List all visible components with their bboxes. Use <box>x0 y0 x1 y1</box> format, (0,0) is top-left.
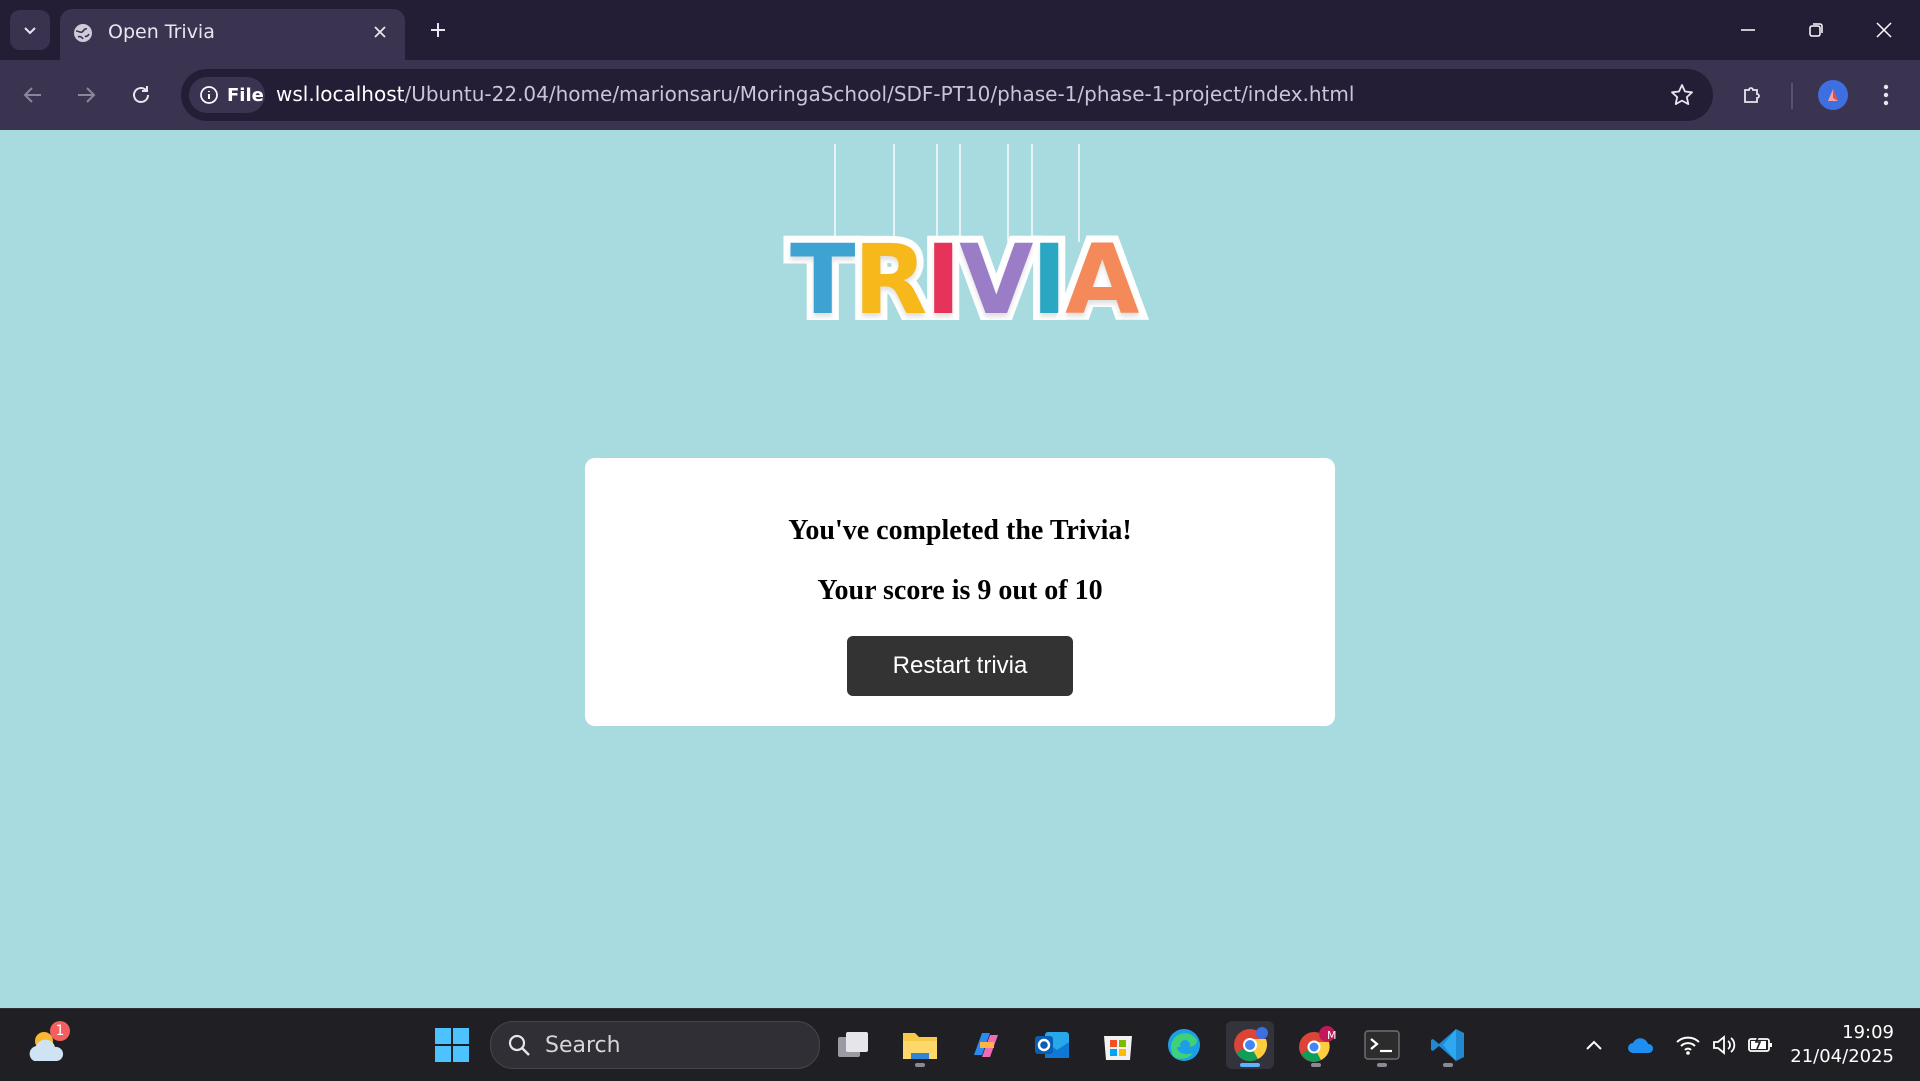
task-view-icon[interactable] <box>830 1021 878 1069</box>
clock-date: 21/04/2025 <box>1790 1046 1894 1067</box>
volume-icon[interactable] <box>1710 1031 1738 1059</box>
url-path: /Ubuntu-22.04/home/marionsaru/MoringaSch… <box>404 82 1355 106</box>
globe-icon <box>74 24 92 42</box>
running-indicator <box>1311 1063 1321 1067</box>
site-info-chip[interactable]: File <box>189 77 265 113</box>
new-tab-button[interactable] <box>424 16 452 44</box>
extensions-button[interactable] <box>1735 77 1771 113</box>
terminal-icon <box>1364 1030 1400 1060</box>
onedrive-icon[interactable] <box>1627 1031 1655 1059</box>
star-icon[interactable] <box>1669 82 1695 108</box>
chrome-icon[interactable] <box>1226 1021 1274 1069</box>
menu-button[interactable] <box>1868 77 1904 113</box>
profile-button[interactable] <box>1815 77 1851 113</box>
vscode-icon[interactable] <box>1424 1021 1472 1069</box>
url-text[interactable]: wsl.localhost/Ubuntu-22.04/home/marionsa… <box>276 82 1354 106</box>
minimize-icon <box>1741 29 1755 31</box>
microsoft-store-icon[interactable] <box>1094 1021 1142 1069</box>
close-icon <box>1876 22 1892 38</box>
minimize-button[interactable] <box>1728 14 1768 46</box>
copilot-icon <box>974 1033 998 1057</box>
start-button[interactable] <box>428 1021 476 1069</box>
edge-icon <box>1168 1029 1200 1061</box>
chrome-icon <box>1234 1027 1268 1062</box>
chrome-profile-badge: M <box>1327 1029 1337 1042</box>
chrome-profile-icon[interactable]: M <box>1292 1021 1340 1069</box>
windows-logo-icon <box>435 1028 469 1062</box>
puzzle-icon <box>1744 87 1760 103</box>
browser-toolbar: File wsl.localhost/Ubuntu-22.04/home/mar… <box>0 60 1920 130</box>
vscode-icon <box>1431 1029 1464 1061</box>
restore-button[interactable] <box>1796 14 1836 46</box>
copilot-icon[interactable] <box>962 1021 1010 1069</box>
completed-heading: You've completed the Trivia! <box>788 515 1132 546</box>
speaker-icon <box>1713 1035 1736 1055</box>
wifi-icon[interactable] <box>1674 1031 1702 1059</box>
logo-text: TRIVIA <box>783 225 1147 335</box>
battery-charging-icon <box>1748 1035 1772 1052</box>
forward-button[interactable] <box>68 77 104 113</box>
system-clock[interactable]: 19:09 21/04/2025 <box>1790 1021 1894 1069</box>
outlook-icon[interactable] <box>1028 1021 1076 1069</box>
trivia-logo: TRIVIA <box>783 140 1147 340</box>
windows-taskbar: 1 Search M 19:09 21/04/2025 <box>0 1008 1920 1081</box>
chevron-down-icon <box>24 27 36 35</box>
score-text: Your score is 9 out of 10 <box>817 575 1103 606</box>
store-icon <box>1104 1036 1132 1060</box>
logo-letter: A <box>1058 224 1146 336</box>
terminal-icon[interactable] <box>1358 1021 1406 1069</box>
running-indicator <box>1377 1063 1387 1067</box>
restore-icon <box>1809 23 1823 37</box>
logo-letter: I <box>918 224 968 336</box>
folder-icon <box>903 1033 937 1059</box>
logo-letter: R <box>846 224 934 336</box>
outlook-icon <box>1035 1032 1069 1058</box>
close-tab-button[interactable] <box>369 21 391 43</box>
search-label: Search <box>545 1033 621 1058</box>
taskbar-search[interactable]: Search <box>490 1021 820 1069</box>
edge-icon[interactable] <box>1160 1021 1208 1069</box>
task-view-icon <box>838 1032 868 1057</box>
info-icon <box>200 86 218 104</box>
address-bar[interactable]: File wsl.localhost/Ubuntu-22.04/home/mar… <box>181 69 1713 121</box>
logo-letter: V <box>952 224 1040 336</box>
clock-time: 19:09 <box>1842 1022 1894 1043</box>
logo-letter: T <box>783 224 863 336</box>
search-icon <box>508 1034 530 1056</box>
url-host: wsl.localhost <box>276 82 405 106</box>
wifi-icon <box>1676 1036 1700 1055</box>
battery-icon[interactable] <box>1747 1031 1775 1059</box>
running-indicator <box>1240 1063 1260 1067</box>
arrow-right-icon <box>78 87 96 103</box>
file-explorer-icon[interactable] <box>896 1021 944 1069</box>
arrow-left-icon <box>23 87 41 103</box>
reload-icon <box>133 86 149 103</box>
toolbar-divider <box>1791 83 1793 109</box>
close-icon <box>374 26 386 38</box>
avatar <box>1818 80 1848 110</box>
running-indicator <box>915 1063 925 1067</box>
notification-badge: 1 <box>50 1021 70 1041</box>
result-card: You've completed the Trivia! Your score … <box>585 458 1335 726</box>
plus-icon <box>431 23 445 37</box>
chevron-up-icon <box>1586 1040 1602 1050</box>
site-chip-label: File <box>227 84 264 106</box>
tab-search-button[interactable] <box>10 10 50 50</box>
show-hidden-icons-button[interactable] <box>1580 1031 1608 1059</box>
logo-letter: I <box>1024 224 1074 336</box>
active-tab[interactable]: Open Trivia <box>60 9 405 60</box>
reload-button[interactable] <box>123 77 159 113</box>
tab-title: Open Trivia <box>108 21 215 43</box>
tab-strip: Open Trivia <box>0 0 1920 60</box>
cloud-icon <box>1628 1038 1654 1053</box>
running-indicator <box>1443 1063 1453 1067</box>
more-vertical-icon <box>1883 84 1889 106</box>
restart-button[interactable]: Restart trivia <box>847 636 1073 696</box>
back-button[interactable] <box>15 77 51 113</box>
close-window-button[interactable] <box>1864 14 1904 46</box>
